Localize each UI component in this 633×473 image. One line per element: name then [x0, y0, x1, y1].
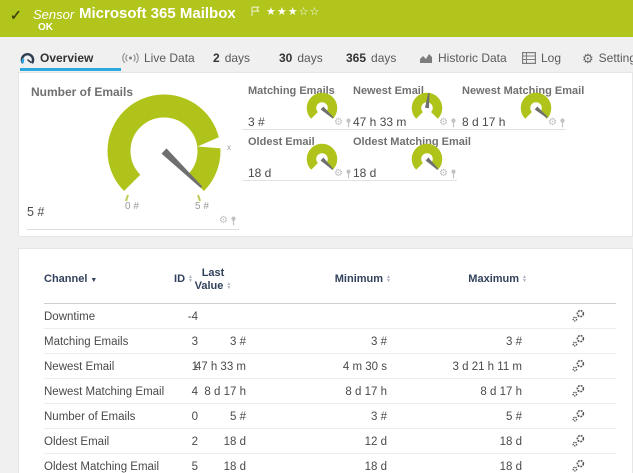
sensor-status-text: OK	[38, 22, 53, 33]
gauge-pin-icon[interactable]	[450, 118, 457, 128]
historic-data-chart-icon	[420, 54, 432, 63]
gauge-settings-gear-icon[interactable]: ⚙	[219, 216, 228, 226]
gauge-settings-gear-icon[interactable]: ⚙	[439, 169, 448, 179]
edit-channel-gears-icon[interactable]	[571, 408, 586, 426]
gauge-action-icons: ⚙	[439, 118, 457, 128]
gauge-action-icons: ⚙	[219, 216, 237, 226]
sensor-title: Microsoft 365 Mailbox	[79, 5, 236, 22]
gauge-pin-icon[interactable]	[345, 118, 352, 128]
table-row[interactable]: Oldest Matching Email 5 18 d 18 d 18 d	[19, 454, 632, 473]
gauge-pin-icon[interactable]	[230, 216, 237, 226]
settings-gear-icon: ⚙	[582, 50, 594, 66]
divider	[347, 180, 457, 181]
edit-channel-gears-icon[interactable]	[571, 358, 586, 376]
gauge-action-icons: ⚙	[439, 169, 457, 179]
mini-gauge-oldest-email: Oldest Email 18 d ⚙	[242, 136, 352, 181]
sensor-status-header: ✓ Sensor Microsoft 365 Mailbox ★★★☆☆ OK	[0, 0, 633, 37]
gauge-action-icons: ⚙	[334, 118, 352, 128]
mini-gauge-newest-matching-email: Newest Matching Email 8 d 17 h ⚙	[456, 85, 584, 130]
overview-gauges-card: Number of Emails x 0 # 5 # 5 # ⚙ Matchin…	[18, 72, 633, 237]
priority-stars[interactable]: ★★★☆☆	[266, 5, 320, 18]
gauge-limit-marker-label: x	[227, 143, 231, 152]
table-row[interactable]: Newest Matching Email 4 8 d 17 h 8 d 17 …	[19, 379, 632, 404]
edit-channel-gears-icon[interactable]	[571, 433, 586, 451]
log-table-icon	[522, 52, 536, 64]
gauge-pin-icon[interactable]	[559, 118, 566, 128]
tab-2-days[interactable]: 2 days	[213, 47, 250, 69]
sensor-overview-page: ✓ Sensor Microsoft 365 Mailbox ★★★☆☆ OK …	[0, 0, 633, 473]
divider	[347, 129, 457, 130]
live-data-signal-icon	[122, 52, 139, 64]
gauge-settings-gear-icon[interactable]: ⚙	[439, 118, 448, 128]
table-row[interactable]: Number of Emails 0 5 # 3 # 5 #	[19, 404, 632, 429]
edit-channel-gears-icon[interactable]	[571, 308, 586, 326]
object-kind-label: Sensor	[33, 7, 75, 22]
mini-gauge-newest-email: Newest Email 47 h 33 m ⚙	[347, 85, 457, 130]
tab-log[interactable]: Log	[522, 47, 561, 69]
gauge-scale-max: 5 #	[195, 201, 209, 212]
table-row[interactable]: Matching Emails 3 3 # 3 # 3 #	[19, 329, 632, 354]
channel-table-card: Channel ▼ ID ▲ ▼ Last Value ▲ ▼ Minimum ▲ ▼ Maxi…	[18, 248, 633, 473]
divider	[456, 129, 566, 130]
overview-gauge-icon	[20, 52, 35, 64]
sort-icon: ▲ ▼	[522, 273, 527, 285]
edit-channel-gears-icon[interactable]	[571, 383, 586, 401]
priority-flag-icon[interactable]	[250, 4, 261, 22]
gauge-action-icons: ⚙	[548, 118, 566, 128]
channel-rows: Downtime -4 Matching Emails 3 3 # 3 # 3 …	[19, 304, 632, 473]
tab-historic-data[interactable]: Historic Data	[419, 47, 507, 69]
tab-30-days[interactable]: 30 days	[279, 47, 323, 69]
tab-bar: Overview Live Data 2 days 30 days 365 days …	[0, 37, 633, 72]
divider	[242, 180, 352, 181]
column-header-maximum[interactable]: Maximum ▲ ▼	[19, 273, 527, 285]
tab-overview[interactable]: Overview	[20, 47, 93, 69]
table-row[interactable]: Downtime -4	[19, 304, 632, 329]
tab-live-data[interactable]: Live Data	[122, 47, 195, 69]
edit-channel-gears-icon[interactable]	[571, 458, 586, 473]
gauge-pin-icon[interactable]	[450, 169, 457, 179]
number-of-emails-gauge: x	[107, 94, 231, 202]
mini-gauge-matching-emails: Matching Emails 3 # ⚙	[242, 85, 352, 130]
divider	[242, 129, 352, 130]
gauge-action-icons: ⚙	[334, 169, 352, 179]
main-gauge-value: 5 #	[27, 205, 45, 219]
gauge-settings-gear-icon[interactable]: ⚙	[548, 118, 557, 128]
table-row[interactable]: Newest Email 1 47 h 33 m 4 m 30 s 3 d 21…	[19, 354, 632, 379]
tab-365-days[interactable]: 365 days	[346, 47, 396, 69]
active-tab-underline	[20, 68, 121, 71]
divider	[27, 229, 239, 230]
gauge-settings-gear-icon[interactable]: ⚙	[334, 169, 343, 179]
gauge-pin-icon[interactable]	[345, 169, 352, 179]
status-ok-check-icon: ✓	[10, 7, 22, 23]
tab-settings[interactable]: ⚙ Settings	[582, 47, 633, 69]
gauge-scale-min: 0 #	[125, 201, 139, 212]
table-row[interactable]: Oldest Email 2 18 d 12 d 18 d	[19, 429, 632, 454]
mini-gauge-oldest-matching-email: Oldest Matching Email 18 d ⚙	[347, 136, 471, 181]
edit-channel-gears-icon[interactable]	[571, 333, 586, 351]
gauge-settings-gear-icon[interactable]: ⚙	[334, 118, 343, 128]
